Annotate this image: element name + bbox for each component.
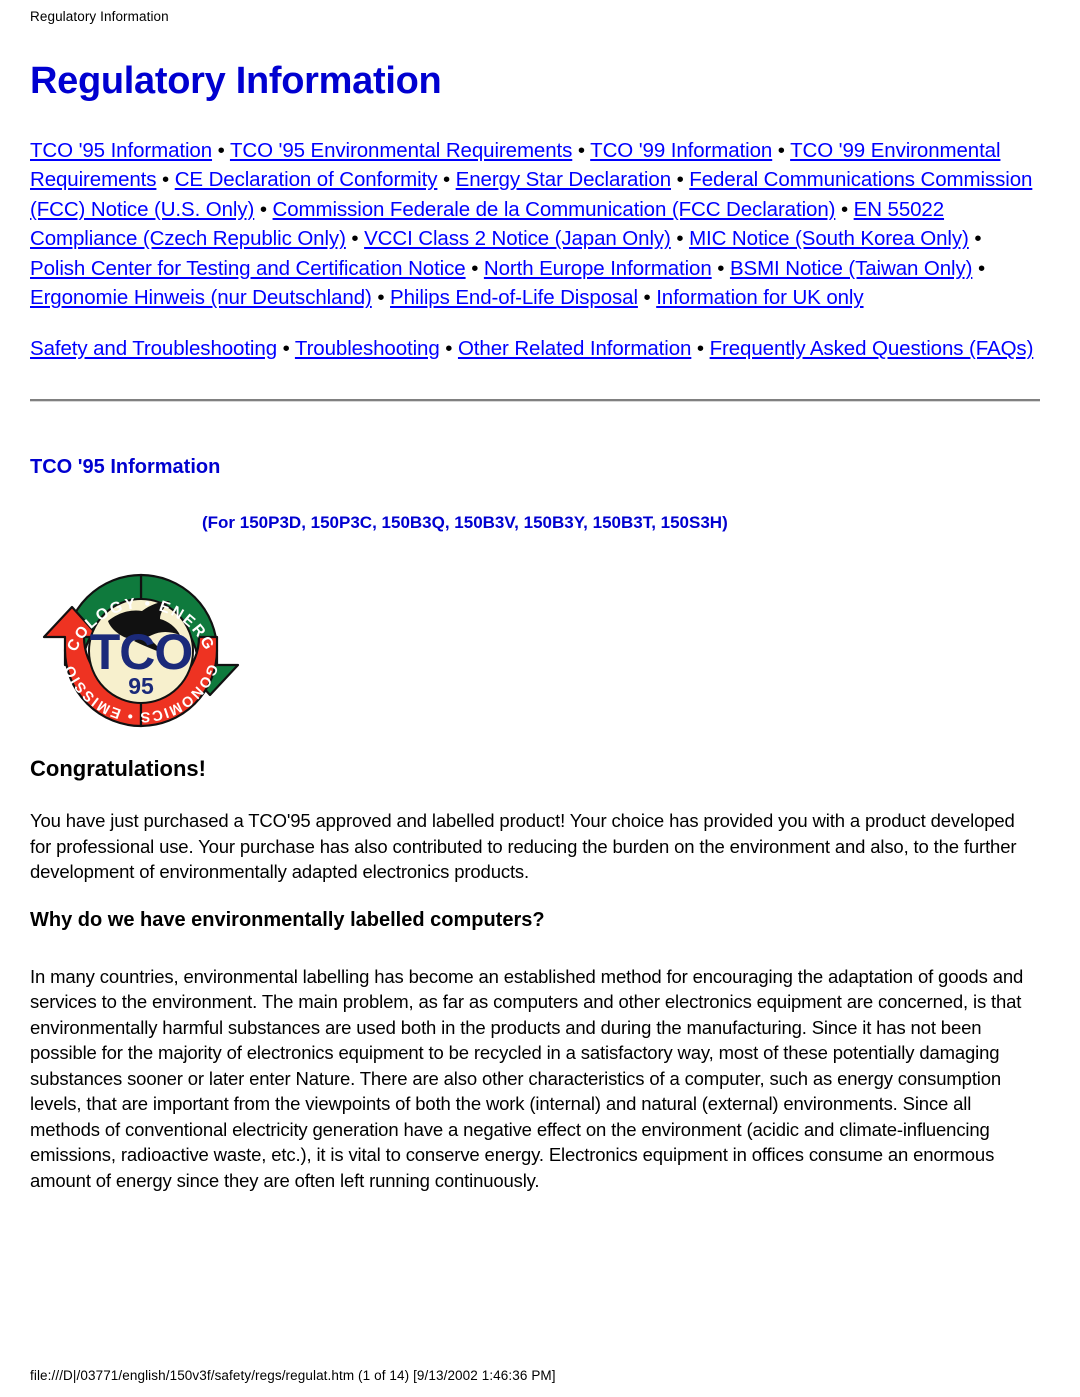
nav-link-15[interactable]: Philips End-of-Life Disposal: [390, 286, 638, 309]
link-separator: •: [465, 256, 484, 280]
nav-link-0[interactable]: TCO '95 Information: [30, 139, 212, 162]
document-content: Regulatory Information TCO '95 Informati…: [30, 60, 1040, 1193]
tco95-logo: ECOLOGY • ENERGY ERGONOMICS • EMISSIONS …: [32, 548, 1040, 744]
link-separator: •: [345, 227, 365, 251]
link-separator: •: [637, 286, 657, 310]
status-bar-path: file:///D|/03771/english/150v3f/safety/r…: [30, 1368, 556, 1383]
section-divider: [30, 399, 1040, 403]
link-separator: •: [691, 336, 710, 360]
nav-link-4[interactable]: CE Declaration of Conformity: [175, 168, 438, 191]
link-separator: •: [437, 168, 456, 192]
subsection-heading: Why do we have environmentally labelled …: [30, 908, 545, 931]
nav-link-12[interactable]: North Europe Information: [484, 257, 712, 280]
link-separator: •: [572, 138, 591, 162]
nav-link-10[interactable]: MIC Notice (South Korea Only): [689, 227, 969, 250]
link-separator: •: [156, 168, 175, 192]
nav-link-1[interactable]: TCO '95 Environmental Requirements: [230, 139, 572, 162]
secondary-link-list: Safety and Troubleshooting • Troubleshoo…: [30, 334, 1040, 364]
nav-link-secondary-0[interactable]: Safety and Troubleshooting: [30, 337, 277, 360]
link-separator: •: [277, 336, 295, 360]
nav-link-2[interactable]: TCO '99 Information: [590, 139, 772, 162]
nav-link-14[interactable]: Ergonomie Hinweis (nur Deutschland): [30, 286, 372, 309]
supported-models: (For 150P3D, 150P3C, 150B3Q, 150B3V, 150…: [202, 513, 728, 533]
link-separator: •: [212, 138, 230, 162]
nav-link-16[interactable]: Information for UK only: [656, 286, 863, 309]
nav-link-secondary-3[interactable]: Frequently Asked Questions (FAQs): [710, 337, 1034, 360]
nav-link-9[interactable]: VCCI Class 2 Notice (Japan Only): [364, 227, 671, 250]
document-page: Regulatory Information Regulatory Inform…: [0, 0, 1080, 1397]
page-title: Regulatory Information: [30, 60, 442, 102]
nav-link-7[interactable]: Commission Federale de la Communication …: [273, 198, 836, 221]
link-separator: •: [371, 286, 391, 310]
nav-link-13[interactable]: BSMI Notice (Taiwan Only): [730, 257, 973, 280]
nav-link-secondary-2[interactable]: Other Related Information: [458, 337, 691, 360]
section-heading: TCO '95 Information: [30, 456, 221, 479]
nav-link-11[interactable]: Polish Center for Testing and Certificat…: [30, 257, 466, 280]
link-separator: •: [254, 197, 273, 221]
congratulations-heading: Congratulations!: [30, 756, 206, 782]
link-separator: •: [835, 197, 854, 221]
link-separator: •: [671, 168, 690, 192]
link-separator: •: [439, 336, 458, 360]
link-separator: •: [968, 227, 982, 251]
intro-paragraph: You have just purchased a TCO'95 approve…: [30, 810, 1017, 883]
link-separator: •: [711, 256, 730, 280]
nav-link-secondary-1[interactable]: Troubleshooting: [295, 337, 440, 360]
body-paragraph: In many countries, environmental labelli…: [30, 965, 1024, 1191]
link-separator: •: [670, 227, 690, 251]
link-separator: •: [772, 138, 791, 162]
logo-wordmark: TCO: [90, 624, 193, 680]
running-header: Regulatory Information: [30, 9, 169, 24]
nav-link-5[interactable]: Energy Star Declaration: [456, 168, 671, 191]
link-separator: •: [972, 256, 986, 280]
logo-year: 95: [128, 673, 154, 699]
primary-link-list: TCO '95 Information • TCO '95 Environmen…: [30, 136, 1040, 313]
